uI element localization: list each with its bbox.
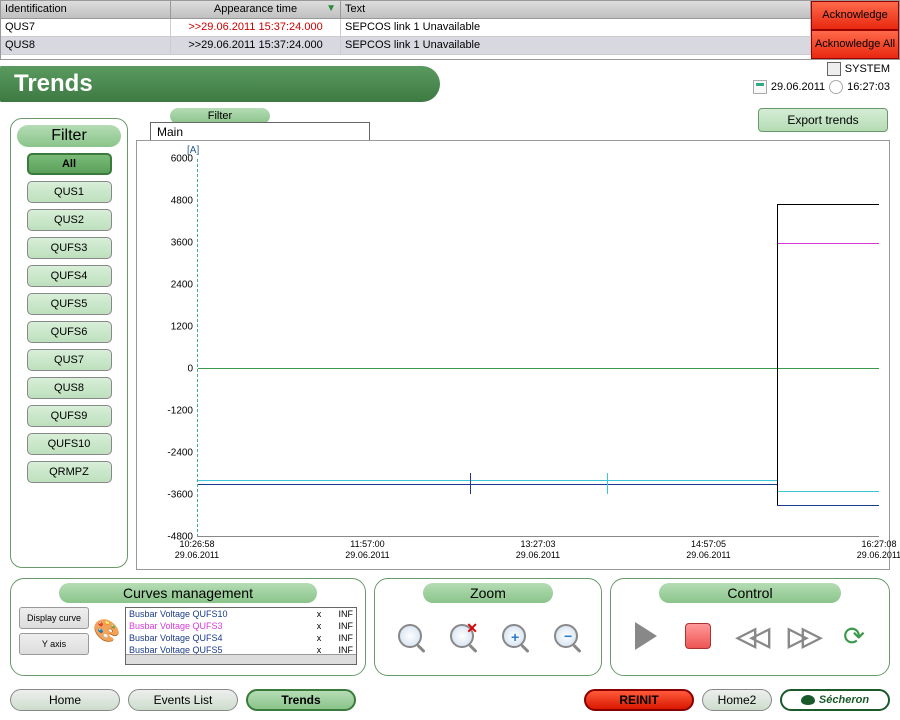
zoom-panel: Zoom [374,578,602,676]
filter-button-qufs10[interactable]: QUFS10 [27,433,112,455]
filter-panel-title: Filter [17,125,121,147]
calendar-icon [753,80,767,94]
filter-button-qufs3[interactable]: QUFS3 [27,237,112,259]
alarm-row[interactable]: QUS7 >>29.06.2011 15:37:24.000 SEPCOS li… [1,19,811,37]
palette-icon[interactable]: 🎨 [93,607,121,655]
brand-icon [801,695,815,705]
xtick: 16:27:0829.06.2011 [857,539,900,561]
filter-button-qufs9[interactable]: QUFS9 [27,405,112,427]
system-icon [827,62,841,76]
trends-button[interactable]: Trends [246,689,356,711]
rewind-button[interactable]: ◁◁ [732,618,768,654]
filter-button-qus1[interactable]: QUS1 [27,181,112,203]
scrollbar-horizontal[interactable] [126,654,356,664]
sort-down-icon[interactable]: ▼ [326,3,336,14]
series-line [198,480,777,481]
series-line [470,484,606,485]
filter-button-all[interactable]: All [27,153,112,175]
series-line [198,484,470,485]
curve-list-item[interactable]: Busbar Voltage QUFS4xINF [126,632,356,644]
ytick: 2400 [149,280,193,291]
control-panel-title: Control [659,583,841,603]
col-header-text[interactable]: Text [341,1,811,18]
zoom-reset-button[interactable] [444,618,480,654]
alarm-row[interactable]: QUS8 >>29.06.2011 15:37:24.000 SEPCOS li… [1,37,811,55]
series-line [777,204,879,205]
system-label: SYSTEM [845,63,890,75]
curves-panel-title: Curves management [59,583,317,603]
alarm-bar: Identification Appearance time▼ Text QUS… [0,0,900,60]
filter-button-qufs4[interactable]: QUFS4 [27,265,112,287]
ytick: 1200 [149,322,193,333]
filter-button-qus8[interactable]: QUS8 [27,377,112,399]
xtick: 14:57:0529.06.2011 [686,539,730,561]
display-curve-button[interactable]: Display curve [19,607,89,629]
curve-list-item[interactable]: Busbar Voltage QUFS10xINF [126,608,356,620]
curve-list[interactable]: Busbar Voltage QUFS10xINFBusbar Voltage … [125,607,357,665]
xtick: 13:27:0329.06.2011 [516,539,560,561]
acknowledge-button[interactable]: Acknowledge [811,1,899,30]
refresh-button[interactable]: ⟳ [836,618,872,654]
curves-management-panel: Curves management Display curve Y axis 🎨… [10,578,366,676]
trend-chart[interactable]: [A] 600048003600240012000-1200-2400-3600… [136,140,890,570]
filter-button-qufs5[interactable]: QUFS5 [27,293,112,315]
curve-list-item[interactable]: Busbar Voltage QUFS3xINF [126,620,356,632]
brand-logo: Sécheron [780,689,890,711]
series-line [777,243,879,244]
home-button[interactable]: Home [10,689,120,711]
play-button[interactable] [628,618,664,654]
series-vline [777,204,778,504]
ytick: 4800 [149,196,193,207]
filter-button-qrmpz[interactable]: QRMPZ [27,461,112,483]
series-vline [607,473,608,494]
filter-button-qus2[interactable]: QUS2 [27,209,112,231]
series-vline [470,473,471,494]
alarm-header: Identification Appearance time▼ Text [1,1,811,19]
stop-button[interactable] [680,618,716,654]
ytick: 6000 [149,154,193,165]
xtick: 10:26:5829.06.2011 [175,539,219,561]
page-title: Trends [0,66,440,102]
zoom-out-button[interactable] [548,618,584,654]
series-line [777,491,879,492]
series-line [607,484,777,485]
filter-button-qus7[interactable]: QUS7 [27,349,112,371]
col-header-id[interactable]: Identification [1,1,171,18]
filter-panel: Filter All QUS1 QUS2 QUFS3 QUFS4 QUFS5 QUFS6 QU… [10,118,128,568]
ytick: 0 [149,364,193,375]
ytick: 3600 [149,238,193,249]
system-date: 29.06.2011 [771,81,825,93]
xtick: 11:57:0029.06.2011 [345,539,389,561]
zoom-panel-title: Zoom [423,583,553,603]
series-line [777,505,879,506]
control-panel: Control ◁◁ ▷▷ ⟳ [610,578,890,676]
ytick: -3600 [149,490,193,501]
forward-button[interactable]: ▷▷ [784,618,820,654]
y-axis-button[interactable]: Y axis [19,633,89,655]
col-header-time[interactable]: Appearance time▼ [171,1,341,18]
acknowledge-all-button[interactable]: Acknowledge All [811,30,899,59]
filter-button-qufs6[interactable]: QUFS6 [27,321,112,343]
ytick: -2400 [149,448,193,459]
zoom-in-button[interactable] [496,618,532,654]
ytick: -1200 [149,406,193,417]
zoom-default-button[interactable] [392,618,428,654]
home2-button[interactable]: Home2 [702,689,772,711]
system-time: 16:27:03 [847,81,890,93]
events-list-button[interactable]: Events List [128,689,238,711]
reinit-button[interactable]: REINIT [584,689,694,711]
clock-icon [829,80,843,94]
